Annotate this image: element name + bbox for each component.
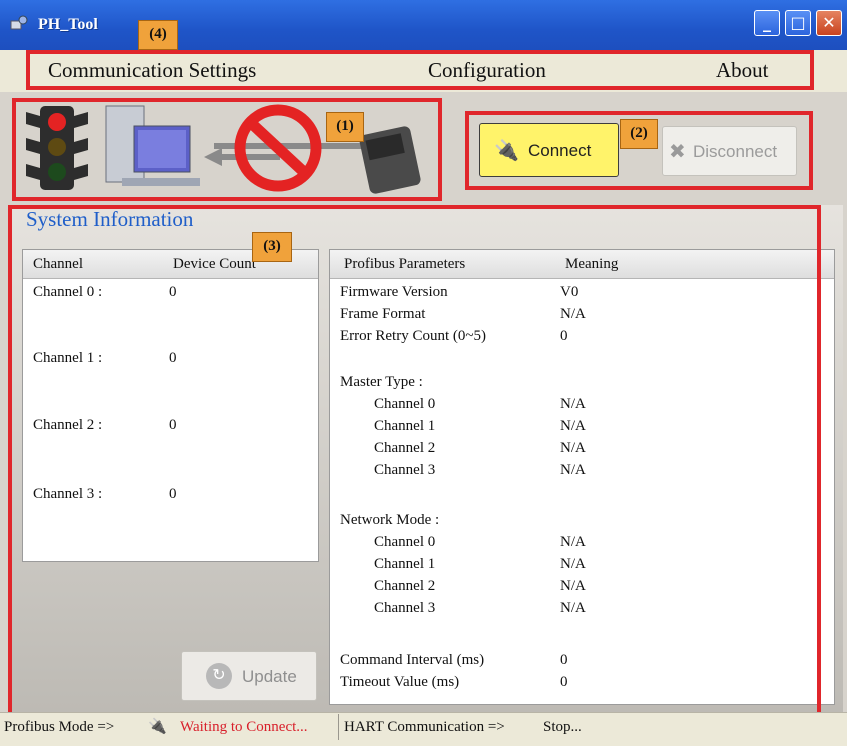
param-name: Firmware Version bbox=[340, 284, 448, 300]
disconnect-label: Disconnect bbox=[693, 142, 778, 161]
param-value: V0 bbox=[560, 284, 579, 300]
callout-tag-4: (4) bbox=[138, 20, 178, 50]
callout-tag-2: (2) bbox=[620, 119, 658, 149]
header-meaning: Meaning bbox=[565, 256, 619, 272]
disconnect-button[interactable]: ✖ Disconnect bbox=[662, 126, 797, 176]
minimize-icon: _ bbox=[763, 13, 771, 32]
param-group-label: Network Mode : bbox=[340, 512, 440, 528]
channel-row-count: 0 bbox=[169, 417, 177, 433]
param-value: N/A bbox=[560, 306, 586, 322]
header-channel: Channel bbox=[33, 256, 83, 272]
refresh-icon: ↻ bbox=[206, 663, 232, 689]
param-name: Channel 2 bbox=[374, 440, 436, 456]
menu-configuration[interactable]: Configuration bbox=[428, 58, 546, 83]
profibus-status: Waiting to Connect... bbox=[180, 719, 308, 735]
param-name: Channel 3 bbox=[374, 462, 436, 478]
section-title: System Information bbox=[26, 207, 194, 231]
plug-warning-icon: 🔌 bbox=[148, 719, 167, 735]
close-icon: ✕ bbox=[822, 13, 836, 32]
params-table-header: Profibus Parameters Meaning bbox=[330, 250, 834, 279]
param-name: Channel 1 bbox=[374, 418, 436, 434]
window-title: PH_Tool bbox=[38, 16, 98, 33]
param-name: Channel 0 bbox=[374, 534, 436, 550]
header-params: Profibus Parameters bbox=[344, 256, 466, 272]
param-name: Error Retry Count (0~5) bbox=[340, 328, 487, 344]
callout-tag-1: (1) bbox=[326, 112, 364, 142]
param-name: Channel 1 bbox=[374, 556, 436, 572]
param-name: Frame Format bbox=[340, 306, 426, 322]
channel-table: Channel Device Count Channel 0 : 0 Chann… bbox=[22, 249, 319, 562]
connect-label: Connect bbox=[528, 141, 592, 160]
connection-status-graphic bbox=[26, 104, 421, 194]
traffic-light-icon bbox=[26, 106, 88, 190]
channel-row-count: 0 bbox=[169, 486, 177, 502]
update-button[interactable]: ↻ Update bbox=[181, 651, 317, 701]
device-icon bbox=[359, 126, 421, 194]
params-table: Profibus Parameters Meaning Firmware Ver… bbox=[329, 249, 835, 705]
param-value: N/A bbox=[560, 600, 586, 616]
channel-row-count: 0 bbox=[169, 284, 177, 300]
param-value: N/A bbox=[560, 440, 586, 456]
title-bar bbox=[0, 0, 847, 51]
param-value: 0 bbox=[560, 652, 568, 668]
computer-icon bbox=[105, 105, 200, 186]
update-label: Update bbox=[242, 667, 297, 686]
plug-icon: 🔌 bbox=[494, 140, 519, 162]
channel-row-label: Channel 3 : bbox=[33, 486, 103, 502]
app-icon bbox=[10, 15, 28, 30]
menu-about[interactable]: About bbox=[716, 58, 769, 83]
param-group-label: Master Type : bbox=[340, 374, 423, 390]
hart-status: Stop... bbox=[543, 719, 582, 735]
param-name: Command Interval (ms) bbox=[340, 652, 485, 668]
close-button[interactable]: ✕ bbox=[816, 10, 842, 36]
maximize-icon: □ bbox=[790, 13, 806, 32]
unplug-icon: ✖ bbox=[669, 141, 686, 163]
header-device-count: Device Count bbox=[173, 256, 256, 272]
param-value: N/A bbox=[560, 556, 586, 572]
param-value: N/A bbox=[560, 418, 586, 434]
menu-communication-settings[interactable]: Communication Settings bbox=[48, 58, 256, 83]
param-name: Channel 3 bbox=[374, 600, 436, 616]
param-value: 0 bbox=[560, 674, 568, 690]
param-value: N/A bbox=[560, 462, 586, 478]
maximize-button[interactable]: □ bbox=[785, 10, 811, 36]
param-value: 0 bbox=[560, 328, 568, 344]
connect-button[interactable]: 🔌 Connect bbox=[479, 123, 619, 177]
callout-tag-3: (3) bbox=[252, 232, 292, 262]
channel-row-label: Channel 1 : bbox=[33, 350, 103, 366]
param-value: N/A bbox=[560, 534, 586, 550]
channel-row-label: Channel 2 : bbox=[33, 417, 103, 433]
profibus-mode-label: Profibus Mode => bbox=[4, 719, 115, 735]
minimize-button[interactable]: _ bbox=[754, 10, 780, 36]
param-name: Timeout Value (ms) bbox=[340, 674, 460, 690]
status-divider bbox=[338, 714, 339, 740]
param-value: N/A bbox=[560, 578, 586, 594]
channel-row-count: 0 bbox=[169, 350, 177, 366]
hart-communication-label: HART Communication => bbox=[344, 719, 505, 735]
param-name: Channel 0 bbox=[374, 396, 436, 412]
param-value: N/A bbox=[560, 396, 586, 412]
channel-row-label: Channel 0 : bbox=[33, 284, 103, 300]
param-name: Channel 2 bbox=[374, 578, 436, 594]
